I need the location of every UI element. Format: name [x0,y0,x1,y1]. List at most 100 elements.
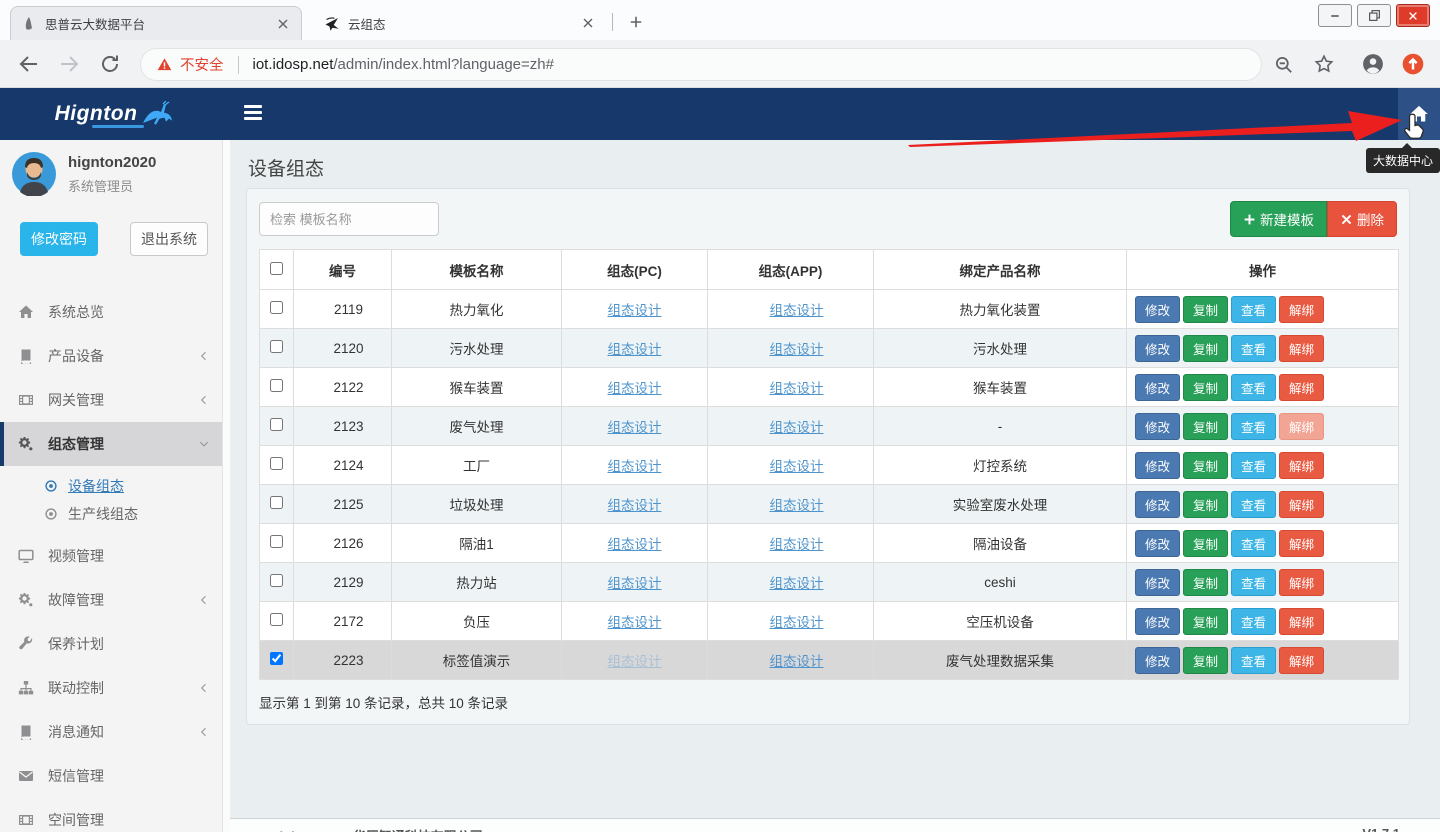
view-button[interactable]: 查看 [1231,413,1276,440]
browser-tab-inactive[interactable]: 云组态 [314,6,606,40]
copy-button[interactable]: 复制 [1183,569,1228,596]
app-config-link[interactable]: 组态设计 [770,420,824,435]
pc-config-link[interactable]: 组态设计 [608,303,662,318]
row-checkbox[interactable] [270,301,283,314]
copy-button[interactable]: 复制 [1183,413,1228,440]
view-button[interactable]: 查看 [1231,491,1276,518]
sidebar-item-maintenance-plan[interactable]: 保养计划 [0,622,230,666]
sidebar-item-sms[interactable]: 短信管理 [0,754,230,798]
table-row-selected[interactable]: 2223 标签值演示 组态设计 组态设计 废气处理数据采集 修改复制查看解绑 [260,641,1399,680]
table-row[interactable]: 2129 热力站 组态设计 组态设计 ceshi 修改复制查看解绑 [260,563,1399,602]
search-input[interactable] [259,202,439,236]
view-button[interactable]: 查看 [1231,374,1276,401]
unbind-button[interactable]: 解绑 [1279,296,1324,323]
edit-button[interactable]: 修改 [1135,452,1180,479]
sidebar-item-video[interactable]: 视频管理 [0,534,230,578]
view-button[interactable]: 查看 [1231,452,1276,479]
app-config-link[interactable]: 组态设计 [770,654,824,669]
copy-button[interactable]: 复制 [1183,452,1228,479]
unbind-button[interactable]: 解绑 [1279,569,1324,596]
unbind-button-disabled[interactable]: 解绑 [1279,413,1324,440]
edit-button[interactable]: 修改 [1135,374,1180,401]
app-config-link[interactable]: 组态设计 [770,342,824,357]
copy-button[interactable]: 复制 [1183,647,1228,674]
copy-button[interactable]: 复制 [1183,608,1228,635]
edit-button[interactable]: 修改 [1135,491,1180,518]
unbind-button[interactable]: 解绑 [1279,647,1324,674]
edit-button[interactable]: 修改 [1135,608,1180,635]
profile-avatar-icon[interactable] [1362,53,1384,75]
unbind-button[interactable]: 解绑 [1279,335,1324,362]
app-config-link[interactable]: 组态设计 [770,537,824,552]
select-all-checkbox[interactable] [270,262,283,275]
pc-config-link[interactable]: 组态设计 [608,576,662,591]
pc-config-link[interactable]: 组态设计 [608,615,662,630]
unbind-button[interactable]: 解绑 [1279,491,1324,518]
app-config-link[interactable]: 组态设计 [770,498,824,513]
delete-button[interactable]: 删除 [1327,201,1397,237]
table-row[interactable]: 2126 隔油1 组态设计 组态设计 隔油设备 修改复制查看解绑 [260,524,1399,563]
view-button[interactable]: 查看 [1231,296,1276,323]
bookmark-star-icon[interactable] [1314,54,1334,74]
row-checkbox[interactable] [270,535,283,548]
edit-button[interactable]: 修改 [1135,335,1180,362]
unbind-button[interactable]: 解绑 [1279,452,1324,479]
change-password-button[interactable]: 修改密码 [20,222,98,256]
row-checkbox[interactable] [270,574,283,587]
sidebar-item-production-line-configuration[interactable]: 生产线组态 [0,500,230,528]
table-row[interactable]: 2119 热力氧化 组态设计 组态设计 热力氧化装置 修改复制查看解绑 [260,290,1399,329]
table-row[interactable]: 2172 负压 组态设计 组态设计 空压机设备 修改复制查看解绑 [260,602,1399,641]
table-row[interactable]: 2122 猴车装置 组态设计 组态设计 猴车装置 修改复制查看解绑 [260,368,1399,407]
pc-config-link[interactable]: 组态设计 [608,381,662,396]
unbind-button[interactable]: 解绑 [1279,608,1324,635]
sidebar-item-linkage-control[interactable]: 联动控制 [0,666,230,710]
forward-icon[interactable] [58,53,80,75]
zoom-out-icon[interactable] [1274,55,1293,74]
row-checkbox[interactable] [270,418,283,431]
row-checkbox[interactable] [270,340,283,353]
menu-hamburger-icon[interactable] [244,105,264,123]
copy-button[interactable]: 复制 [1183,335,1228,362]
browser-update-icon[interactable] [1402,53,1424,75]
copy-button[interactable]: 复制 [1183,296,1228,323]
logout-button[interactable]: 退出系统 [130,222,208,256]
pc-config-link[interactable]: 组态设计 [608,342,662,357]
sidebar-item-gateway[interactable]: 网关管理 [0,378,230,422]
copy-button[interactable]: 复制 [1183,530,1228,557]
app-config-link[interactable]: 组态设计 [770,381,824,396]
view-button[interactable]: 查看 [1231,569,1276,596]
sidebar-item-space[interactable]: 空间管理 [0,798,230,832]
app-config-link[interactable]: 组态设计 [770,459,824,474]
window-minimize-button[interactable] [1318,4,1352,27]
app-config-link[interactable]: 组态设计 [770,303,824,318]
row-checkbox[interactable] [270,652,283,665]
row-checkbox[interactable] [270,379,283,392]
edit-button[interactable]: 修改 [1135,296,1180,323]
edit-button[interactable]: 修改 [1135,647,1180,674]
sidebar-item-configuration[interactable]: 组态管理 [0,422,230,466]
app-config-link[interactable]: 组态设计 [770,615,824,630]
table-row[interactable]: 2123 废气处理 组态设计 组态设计 - 修改复制查看解绑 [260,407,1399,446]
pc-config-link[interactable]: 组态设计 [608,537,662,552]
view-button[interactable]: 查看 [1231,608,1276,635]
window-restore-button[interactable] [1357,4,1391,27]
back-icon[interactable] [18,53,40,75]
view-button[interactable]: 查看 [1231,530,1276,557]
copy-button[interactable]: 复制 [1183,374,1228,401]
pc-config-link[interactable]: 组态设计 [608,459,662,474]
new-tab-button[interactable] [622,8,650,36]
app-config-link[interactable]: 组态设计 [770,576,824,591]
sidebar-item-system-overview[interactable]: 系统总览 [0,290,230,334]
sidebar-item-fault[interactable]: 故障管理 [0,578,230,622]
sidebar-item-device-configuration[interactable]: 设备组态 [0,472,230,500]
copy-button[interactable]: 复制 [1183,491,1228,518]
view-button[interactable]: 查看 [1231,647,1276,674]
edit-button[interactable]: 修改 [1135,530,1180,557]
unbind-button[interactable]: 解绑 [1279,530,1324,557]
row-checkbox[interactable] [270,613,283,626]
row-checkbox[interactable] [270,496,283,509]
table-row[interactable]: 2124 工厂 组态设计 组态设计 灯控系统 修改复制查看解绑 [260,446,1399,485]
pc-config-link[interactable]: 组态设计 [608,498,662,513]
sidebar-item-message-notification[interactable]: 消息通知 [0,710,230,754]
edit-button[interactable]: 修改 [1135,413,1180,440]
